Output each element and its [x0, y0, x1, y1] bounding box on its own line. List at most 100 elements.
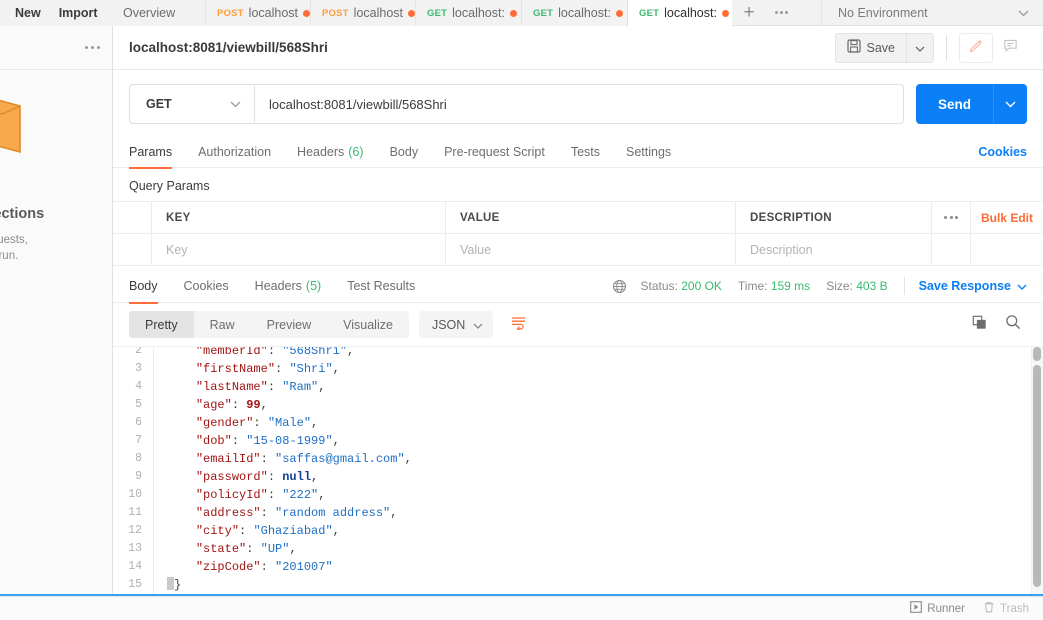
line-number: 14 — [128, 560, 142, 573]
save-response-label: Save Response — [918, 279, 1011, 293]
tab-method-label: GET — [533, 7, 554, 19]
page-title: localhost:8081/viewbill/568Shri — [129, 40, 328, 55]
format-tab-pretty[interactable]: Pretty — [129, 311, 194, 338]
tab-body[interactable]: Body — [377, 136, 432, 168]
empty-desc-line-2: ess and run. — [0, 250, 19, 262]
main-pane: localhost:8081/viewbill/568Shri Save GET… — [113, 26, 1043, 620]
response-tab-body[interactable]: Body — [129, 270, 171, 304]
format-tabs: Pretty Raw Preview Visualize — [129, 311, 409, 338]
new-tab-button[interactable]: + — [732, 0, 766, 25]
edit-request-button[interactable] — [959, 32, 993, 63]
table-options-icon[interactable] — [932, 202, 971, 233]
tab-pre-request-script[interactable]: Pre-request Script — [431, 136, 558, 168]
sidebar: Collections ated requests, ess and run. … — [0, 26, 113, 620]
tab-label: Overview — [123, 6, 176, 20]
code-line: 6 "gender": "Male", — [113, 414, 1043, 432]
trash-button[interactable]: Trash — [983, 601, 1029, 616]
tab-settings[interactable]: Settings — [613, 136, 684, 168]
send-group: Send — [915, 84, 1027, 124]
trash-label: Trash — [1000, 602, 1029, 615]
chevron-down-icon — [915, 39, 925, 57]
status-badge: Status: 200 OK — [641, 279, 722, 293]
request-tabs-list: Overview POST localhost POST localhost GET loc… — [112, 0, 732, 27]
time-badge: Time: 159 ms — [738, 279, 810, 293]
save-options-button[interactable] — [906, 32, 934, 63]
line-number: 3 — [135, 362, 142, 375]
tab-params[interactable]: Params — [129, 136, 185, 169]
key-input[interactable]: Key — [152, 234, 446, 265]
tab-options-icon[interactable] — [766, 0, 796, 25]
save-button[interactable]: Save — [834, 32, 906, 63]
runner-label: Runner — [927, 602, 966, 615]
tab-tests[interactable]: Tests — [558, 136, 613, 168]
line-number: 2 — [135, 346, 142, 357]
line-number: 11 — [128, 506, 142, 519]
bottom-status-bar: Runner Trash — [0, 596, 1043, 620]
request-tab-1[interactable]: Overview — [112, 0, 205, 26]
sidebar-options-icon[interactable] — [84, 45, 100, 50]
request-tab-6[interactable]: GET localhost: — [627, 0, 732, 27]
copy-icon[interactable] — [972, 315, 987, 335]
request-tab-3[interactable]: POST localhost — [310, 0, 416, 26]
save-button-label: Save — [866, 40, 896, 55]
text-cursor — [167, 577, 174, 590]
tab-method-label: POST — [322, 7, 349, 19]
import-button[interactable]: Import — [50, 3, 107, 23]
wrap-lines-icon — [510, 315, 527, 335]
scrollbar-thumb-top[interactable] — [1033, 347, 1041, 361]
format-tab-visualize[interactable]: Visualize — [327, 311, 409, 338]
globe-icon[interactable] — [612, 279, 627, 294]
search-icon[interactable] — [1005, 314, 1021, 335]
response-tabs-bar: Body Cookies Headers (5) Test Results Status… — [113, 270, 1043, 304]
request-tab-4[interactable]: GET localhost: — [415, 0, 521, 26]
response-scrollbar[interactable] — [1031, 347, 1043, 604]
row-checkbox-cell[interactable] — [113, 234, 152, 265]
tab-label: Body — [389, 144, 419, 159]
send-options-button[interactable] — [993, 84, 1027, 124]
column-header-value: VALUE — [446, 202, 736, 233]
row-bulk-placeholder — [971, 234, 1043, 265]
response-body-viewer[interactable]: 2 "memberId": "568Shri", 3 "firstName": "… — [113, 346, 1043, 604]
response-meta: Status: 200 OK Time: 159 ms Size: 403 B … — [612, 277, 1027, 295]
query-params-label: Query Params — [129, 179, 210, 193]
tab-authorization[interactable]: Authorization — [185, 136, 284, 168]
send-button[interactable]: Send — [915, 84, 993, 124]
format-tab-raw[interactable]: Raw — [194, 311, 251, 338]
http-method-selector[interactable]: GET — [129, 84, 254, 124]
value-input[interactable]: Value — [446, 234, 736, 265]
response-tab-test-results[interactable]: Test Results — [334, 270, 428, 303]
format-tab-preview[interactable]: Preview — [251, 311, 327, 338]
wrap-lines-button[interactable] — [503, 311, 533, 338]
response-tab-headers[interactable]: Headers (5) — [242, 270, 335, 303]
comments-button[interactable] — [993, 33, 1027, 63]
comment-icon — [1003, 38, 1018, 58]
code-line: 4 "lastName": "Ram", — [113, 378, 1043, 396]
bulk-edit-button[interactable]: Bulk Edit — [971, 202, 1043, 233]
unsaved-dot-icon — [509, 9, 517, 17]
unsaved-dot-icon — [721, 9, 729, 17]
line-number: 5 — [135, 398, 142, 411]
new-button[interactable]: New — [6, 3, 50, 23]
tab-label: Body — [129, 279, 158, 293]
tab-label: Params — [129, 144, 173, 159]
url-input[interactable]: localhost:8081/viewbill/568Shri — [254, 84, 904, 124]
code-line: 10 "policyId": "222", — [113, 486, 1043, 504]
request-tab-2[interactable]: POST localhost — [205, 0, 311, 26]
runner-button[interactable]: Runner — [910, 601, 965, 616]
table-row[interactable]: Key Value Description — [113, 234, 1043, 266]
environment-selector[interactable]: No Environment — [821, 0, 1043, 25]
cookies-link[interactable]: Cookies — [978, 145, 1027, 159]
empty-desc-line-1: ated requests, — [0, 234, 28, 246]
content-type-selector[interactable]: JSON — [418, 311, 494, 338]
description-input[interactable]: Description — [736, 234, 932, 265]
response-tab-cookies[interactable]: Cookies — [171, 270, 242, 303]
scrollbar-thumb[interactable] — [1033, 365, 1041, 587]
save-response-button[interactable]: Save Response — [919, 279, 1027, 293]
line-content: "memberId": "568Shri", — [195, 346, 355, 358]
collections-empty-description: ated requests, ess and run. — [0, 232, 28, 264]
json-code: 2 "memberId": "568Shri", 3 "firstName": "… — [113, 347, 1043, 594]
line-content: "zipCode": "201007" — [195, 560, 333, 574]
tab-headers[interactable]: Headers (6) — [284, 136, 377, 168]
request-tab-5[interactable]: GET localhost: — [521, 0, 627, 26]
unsaved-dot-icon — [408, 9, 416, 17]
